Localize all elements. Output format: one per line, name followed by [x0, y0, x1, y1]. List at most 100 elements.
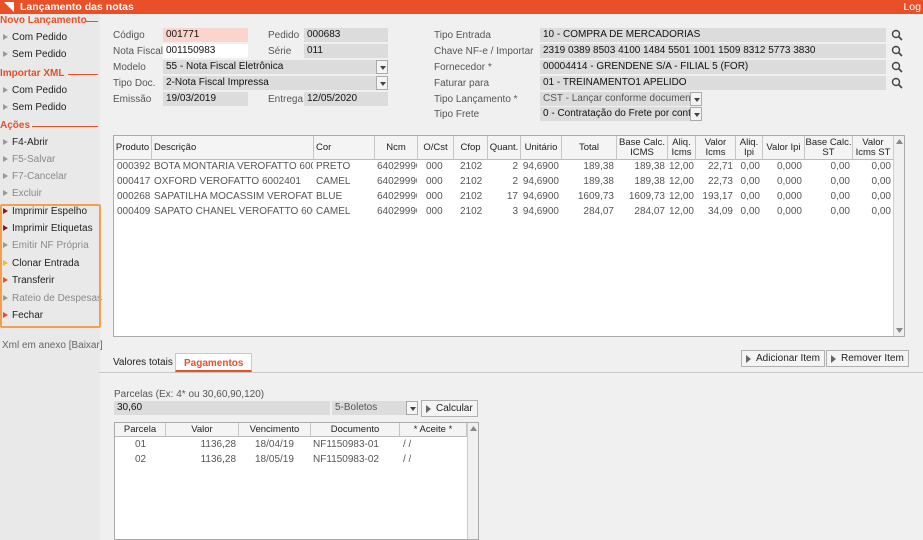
remove-item-button[interactable]: Remover Item: [826, 350, 909, 367]
tab-pagamentos[interactable]: Pagamentos: [175, 353, 253, 372]
calcular-button[interactable]: Calcular: [421, 400, 478, 417]
triangle-gray-icon: [3, 34, 8, 40]
col-ncm[interactable]: Ncm: [375, 136, 418, 160]
chevron-down-icon[interactable]: [376, 76, 388, 90]
emissao-field[interactable]: 19/03/2019: [163, 92, 248, 106]
triangle-gray-icon: [3, 173, 8, 179]
scroll-up-icon[interactable]: [470, 426, 477, 431]
col-total[interactable]: Total: [562, 136, 617, 160]
col-valor-ipi[interactable]: Valor Ipi: [763, 136, 805, 160]
chevron-down-icon[interactable]: [690, 107, 702, 121]
items-grid[interactable]: Produto Descrição Cor Ncm O/Cst Cfop Qua…: [113, 135, 905, 337]
section-new-entry: Novo Lançamento: [0, 15, 87, 26]
table-row[interactable]: 01 1136,28 18/04/19 NF1150983-01 / /: [115, 438, 467, 453]
tab-valores-totais[interactable]: Valores totais: [105, 353, 181, 372]
tipo-frete-select[interactable]: 0 - Contratação do Frete por conta: [540, 107, 702, 121]
label-modelo: Modelo: [113, 62, 146, 73]
search-icon[interactable]: [891, 61, 903, 73]
col-aliq-icms[interactable]: Aliq. Icms: [668, 136, 696, 160]
play-icon: [426, 405, 431, 413]
payments-grid[interactable]: Parcela Valor Vencimento Documento * Ace…: [114, 422, 479, 540]
label-parcelas: Parcelas (Ex: 4* ou 30,60,90,120): [114, 389, 265, 400]
label-chave-nfe: Chave NF-e / Importar: [434, 46, 534, 57]
table-row[interactable]: 000268 SAPATILHA MOCASSIM VEROFATTO BLUE…: [114, 190, 894, 205]
search-icon[interactable]: [891, 29, 903, 41]
action-save[interactable]: F5-Salvar: [2, 152, 98, 167]
col-cfop[interactable]: Cfop: [454, 136, 488, 160]
col-cor[interactable]: Cor: [314, 136, 375, 160]
label-codigo: Código: [113, 30, 145, 41]
col-aliq-ipi[interactable]: Aliq. Ipi: [736, 136, 763, 160]
tipo-doc-select[interactable]: 2-Nota Fiscal Impressa: [163, 76, 388, 90]
triangle-gray-icon: [3, 87, 8, 93]
xml-attachment-link[interactable]: Xml em anexo [Baixar]: [2, 340, 103, 351]
label-emissao: Emissão: [113, 94, 152, 105]
play-icon: [746, 355, 751, 363]
sidebar-xml-without-order[interactable]: Sem Pedido: [2, 100, 98, 115]
table-row[interactable]: 02 1136,28 18/05/19 NF1150983-02 / /: [115, 453, 467, 468]
tipo-lancamento-select[interactable]: CST - Lançar conforme documento: [540, 92, 702, 106]
add-item-button[interactable]: Adicionar Item: [741, 350, 825, 367]
col-unitario[interactable]: Unitário: [521, 136, 562, 160]
chevron-down-icon[interactable]: [406, 401, 418, 415]
table-row[interactable]: 000409 SAPATO CHANEL VEROFATTO 60011 CAM…: [114, 205, 894, 220]
title-bar: Lançamento das notas Log: [0, 0, 923, 14]
serie-field[interactable]: 011: [304, 44, 388, 58]
label-faturar-para: Faturar para: [434, 78, 490, 89]
col-vencimento[interactable]: Vencimento: [239, 423, 311, 437]
triangle-gray-icon: [3, 156, 8, 162]
fornecedor-field[interactable]: 00004414 - GRENDENE S/A - FILIAL 5 (FOR): [540, 60, 886, 74]
modelo-select[interactable]: 55 - Nota Fiscal Eletrônica: [163, 60, 388, 74]
label-pedido: Pedido: [268, 30, 300, 41]
log-link[interactable]: Log: [903, 1, 921, 13]
pedido-field[interactable]: 000683: [304, 28, 388, 42]
search-icon[interactable]: [891, 77, 903, 89]
chave-nfe-field[interactable]: 2319 0389 8503 4100 1484 5501 1001 1509 …: [540, 44, 886, 58]
table-row[interactable]: 000392 BOTA MONTARIA VEROFATTO 60018 PRE…: [114, 160, 894, 175]
scroll-up-icon[interactable]: [896, 139, 903, 144]
nota-fiscal-field[interactable]: 001150983: [163, 44, 248, 58]
action-delete[interactable]: Excluir: [2, 186, 98, 201]
col-base-calc-icms[interactable]: Base Calc. ICMS: [617, 136, 668, 160]
triangle-gray-icon: [3, 51, 8, 57]
items-grid-scrollbar[interactable]: [893, 136, 904, 336]
label-tipo-frete: Tipo Frete: [434, 109, 480, 120]
sidebar-xml-with-order[interactable]: Com Pedido: [2, 83, 98, 98]
action-cancel[interactable]: F7-Cancelar: [2, 169, 98, 184]
label-nota-fiscal: Nota Fiscal: [113, 46, 164, 57]
search-icon[interactable]: [891, 45, 903, 57]
window-title: Lançamento das notas: [20, 1, 134, 13]
col-ocst[interactable]: O/Cst: [418, 136, 454, 160]
col-documento[interactable]: Documento: [311, 423, 400, 437]
payments-grid-scrollbar[interactable]: [467, 423, 478, 539]
sidebar-new-with-order[interactable]: Com Pedido: [2, 30, 98, 45]
sidebar-new-without-order[interactable]: Sem Pedido: [2, 47, 98, 62]
table-row[interactable]: 000417 OXFORD VEROFATTO 6002401 CAMEL 64…: [114, 175, 894, 190]
tab-divider: [99, 372, 923, 373]
action-open[interactable]: F4-Abrir: [2, 135, 98, 150]
scroll-down-icon[interactable]: [896, 328, 903, 333]
parcelas-input[interactable]: 30,60: [114, 401, 330, 415]
col-quant[interactable]: Quant.: [488, 136, 521, 160]
faturar-para-field[interactable]: 01 - TREINAMENTO1 APELIDO: [540, 76, 886, 90]
col-valor-icms[interactable]: Valor Icms: [696, 136, 736, 160]
label-entrega: Entrega: [268, 94, 304, 105]
section-divider: [86, 21, 98, 22]
col-base-calc-st[interactable]: Base Calc. ST: [805, 136, 853, 160]
section-divider: [32, 126, 98, 127]
section-import-xml: Importar XML: [0, 68, 65, 79]
col-aceite[interactable]: * Aceite *: [400, 423, 467, 437]
codigo-field[interactable]: 001771: [163, 28, 248, 42]
col-descricao[interactable]: Descrição: [152, 136, 314, 160]
col-produto[interactable]: Produto: [114, 136, 152, 160]
col-valor[interactable]: Valor: [166, 423, 239, 437]
boleto-select[interactable]: 5-Boletos: [332, 401, 418, 415]
tipo-entrada-field[interactable]: 10 - COMPRA DE MERCADORIAS: [540, 28, 886, 42]
chevron-down-icon[interactable]: [690, 92, 702, 106]
label-tipo-doc: Tipo Doc.: [113, 78, 156, 89]
col-valor-icms-st[interactable]: Valor Icms ST: [853, 136, 894, 160]
entrega-field[interactable]: 12/05/2020: [304, 92, 388, 106]
sidebar: Novo Lançamento Com Pedido Sem Pedido Im…: [0, 14, 103, 540]
chevron-down-icon[interactable]: [376, 60, 388, 74]
col-parcela[interactable]: Parcela: [115, 423, 166, 437]
